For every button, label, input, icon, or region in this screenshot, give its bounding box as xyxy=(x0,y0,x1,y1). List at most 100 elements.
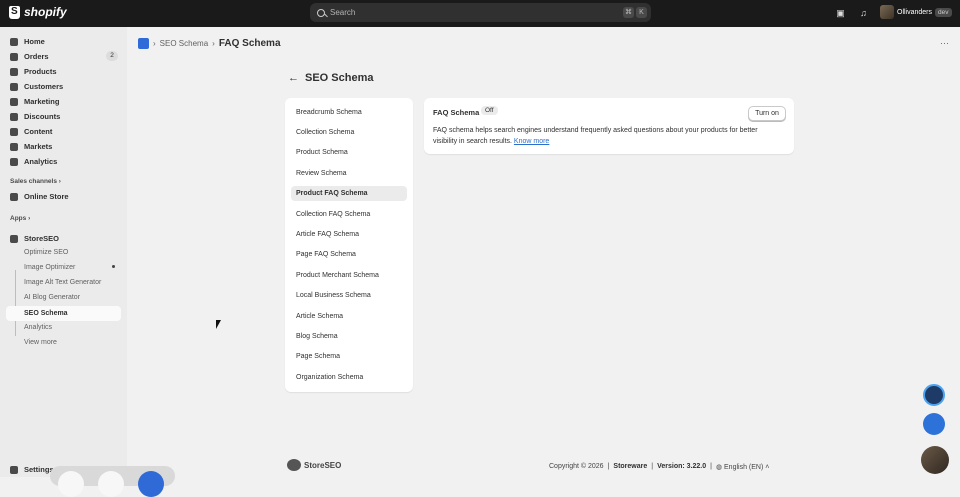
schema-item-article-faq[interactable]: Article FAQ Schema xyxy=(291,227,407,242)
support-avatar[interactable] xyxy=(921,446,949,474)
sidebar-subitem-ai-blog-generator[interactable]: AI Blog Generator xyxy=(24,294,80,301)
card-title: FAQ Schema xyxy=(433,108,480,117)
globe-icon xyxy=(10,142,18,151)
sidebar-item-orders[interactable]: Orders xyxy=(10,52,49,61)
schema-item-blog[interactable]: Blog Schema xyxy=(291,329,407,344)
sidebar-item-discounts[interactable]: Discounts xyxy=(10,112,60,121)
chart-icon xyxy=(10,157,18,166)
storeseo-mascot-icon xyxy=(287,459,301,471)
sidebar-subitem-image-optimizer[interactable]: Image Optimizer xyxy=(24,264,75,271)
apps-heading[interactable]: Apps › xyxy=(10,215,30,222)
orders-count-badge: 2 xyxy=(106,51,118,61)
schema-item-page[interactable]: Page Schema xyxy=(291,349,407,364)
storeseo-app-icon xyxy=(10,234,18,243)
schema-item-collection-faq[interactable]: Collection FAQ Schema xyxy=(291,207,407,222)
sidebar-item-home[interactable]: Home xyxy=(10,37,45,46)
search-icon xyxy=(317,8,325,17)
shortcut-key-k: K xyxy=(636,7,647,18)
overlay-circle xyxy=(98,471,124,497)
sidebar-item-online-store[interactable]: Online Store xyxy=(10,192,69,201)
bottom-overlay-bar xyxy=(50,466,175,497)
schema-item-product[interactable]: Product Schema xyxy=(291,145,407,160)
mouse-cursor-icon xyxy=(216,320,221,329)
more-actions-icon[interactable]: ··· xyxy=(940,38,949,48)
top-bar: shopify Search ⌘ K ▣ ♫ Ollivanders dev xyxy=(0,0,960,27)
search-input[interactable]: Search ⌘ K xyxy=(310,3,651,22)
shortcut-key-cmd: ⌘ xyxy=(623,7,634,18)
sidebar-subitem-analytics[interactable]: Analytics xyxy=(24,324,52,331)
breadcrumb-separator: › xyxy=(212,39,215,48)
gear-icon xyxy=(10,465,18,474)
sidebar-item-analytics[interactable]: Analytics xyxy=(10,157,57,166)
store-menu[interactable]: Ollivanders dev xyxy=(880,5,952,19)
breadcrumb-separator: › xyxy=(153,39,156,48)
brand-name: shopify xyxy=(24,5,67,19)
footer-company[interactable]: Storeware xyxy=(613,463,647,471)
chevron-up-icon: ˄ xyxy=(765,464,770,471)
bell-icon[interactable]: ♫ xyxy=(858,8,869,19)
card-description: FAQ schema helps search engines understa… xyxy=(433,127,758,145)
shopify-bag-icon xyxy=(9,5,20,19)
search-placeholder: Search xyxy=(330,8,356,17)
schema-item-organization[interactable]: Organization Schema xyxy=(291,370,407,385)
footer-info: Copyright © 2026 | Storeware | Version: … xyxy=(549,463,770,471)
schema-item-collection[interactable]: Collection Schema xyxy=(291,125,407,140)
chat-bot-icon[interactable] xyxy=(923,413,945,435)
sidebar-subitem-optimize-seo[interactable]: Optimize SEO xyxy=(24,249,68,256)
home-icon xyxy=(10,37,18,46)
schema-item-product-faq[interactable]: Product FAQ Schema xyxy=(291,186,407,201)
discount-icon xyxy=(10,112,18,121)
sidebar-item-customers[interactable]: Customers xyxy=(10,82,63,91)
footer-version: Version: 3.22.0 xyxy=(657,463,707,470)
sales-channels-heading[interactable]: Sales channels › xyxy=(10,178,61,185)
dev-badge: dev xyxy=(935,7,952,17)
breadcrumb-current: FAQ Schema xyxy=(218,38,281,49)
page-title: SEO Schema xyxy=(305,72,374,84)
sidebar-item-settings[interactable]: Settings xyxy=(10,465,54,474)
turn-on-button[interactable]: Turn on xyxy=(748,106,786,121)
storeseo-app-icon[interactable] xyxy=(138,38,149,49)
schema-item-breadcrumb[interactable]: Breadcrumb Schema xyxy=(291,105,407,120)
chevron-right-icon: › xyxy=(28,215,31,222)
target-icon xyxy=(10,97,18,106)
pin-dot-icon xyxy=(112,265,115,268)
know-more-link[interactable]: Know more xyxy=(514,138,549,145)
breadcrumb: › SEO Schema › FAQ Schema xyxy=(138,38,281,49)
subnav-tree-line xyxy=(15,270,16,336)
schema-item-article[interactable]: Article Schema xyxy=(291,309,407,324)
overlay-circle xyxy=(58,471,84,497)
status-badge: Off xyxy=(481,106,498,115)
breadcrumb-parent[interactable]: SEO Schema xyxy=(160,39,208,48)
sidebar-subitem-alt-text-generator[interactable]: Image Alt Text Generator xyxy=(24,279,101,286)
sidebar-item-content[interactable]: Content xyxy=(10,127,52,136)
sidebar-item-products[interactable]: Products xyxy=(10,67,57,76)
sidebar-item-marketing[interactable]: Marketing xyxy=(10,97,59,106)
schema-item-product-merchant[interactable]: Product Merchant Schema xyxy=(291,268,407,283)
sidebar-item-storeseo[interactable]: StoreSEO xyxy=(10,234,59,243)
sidebar-item-markets[interactable]: Markets xyxy=(10,142,52,151)
sidekick-icon[interactable]: ▣ xyxy=(835,8,846,19)
globe-icon: ◍ xyxy=(715,464,723,471)
sidebar-subitem-view-more[interactable]: View more xyxy=(24,339,57,346)
schema-item-review[interactable]: Review Schema xyxy=(291,166,407,181)
tag-icon xyxy=(10,67,18,76)
footer-logo: StoreSEO xyxy=(287,459,341,471)
footer-copyright: Copyright © 2026 xyxy=(549,463,604,470)
overlay-circle-blue xyxy=(138,471,164,497)
faq-schema-card: FAQ Schema Off FAQ schema helps search e… xyxy=(424,98,794,154)
store-icon xyxy=(10,192,18,201)
store-avatar xyxy=(880,5,894,19)
store-name: Ollivanders xyxy=(897,8,933,16)
shopify-logo[interactable]: shopify xyxy=(9,5,67,19)
sidebar-subitem-seo-schema[interactable]: SEO Schema xyxy=(6,306,121,321)
page-header: ← SEO Schema xyxy=(288,72,373,84)
sidebar: Home Orders 2 Products Customers Marketi… xyxy=(0,27,127,477)
schema-item-local-business[interactable]: Local Business Schema xyxy=(291,288,407,303)
schema-item-page-faq[interactable]: Page FAQ Schema xyxy=(291,247,407,262)
language-selector[interactable]: ◍ English (EN) ˄ xyxy=(716,463,769,471)
back-arrow-icon[interactable]: ← xyxy=(288,72,299,84)
chevron-right-icon: › xyxy=(58,178,61,185)
rocket-launcher-icon[interactable] xyxy=(923,384,945,406)
schema-list: Breadcrumb Schema Collection Schema Prod… xyxy=(285,98,413,392)
person-icon xyxy=(10,82,18,91)
